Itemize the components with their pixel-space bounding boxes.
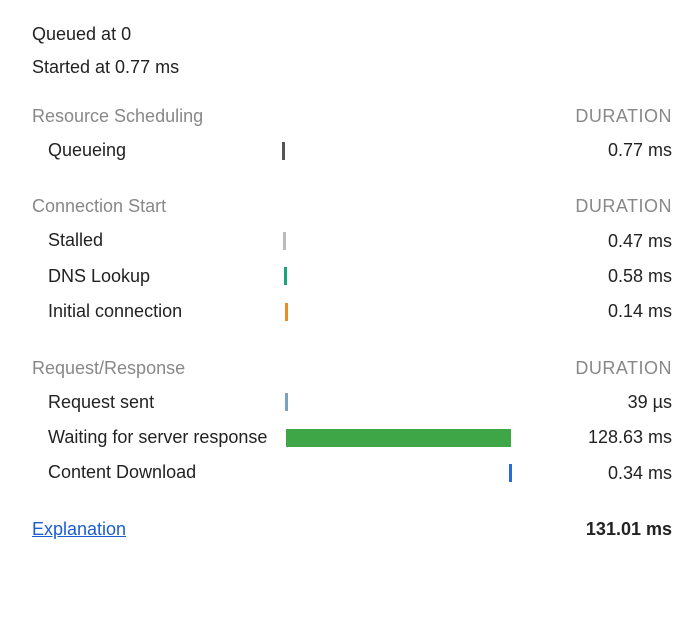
explanation-link[interactable]: Explanation bbox=[32, 519, 126, 540]
row-label: Content Download bbox=[32, 461, 282, 484]
row-waiting: Waiting for server response 128.63 ms bbox=[32, 420, 672, 455]
row-request-sent: Request sent 39 µs bbox=[32, 385, 672, 420]
row-value: 39 µs bbox=[512, 392, 672, 413]
row-label: Queueing bbox=[32, 139, 282, 162]
timing-footer: Explanation 131.01 ms bbox=[32, 519, 672, 540]
bar-queueing bbox=[282, 142, 285, 160]
section-header: Request/Response DURATION bbox=[32, 358, 672, 379]
row-dns-lookup: DNS Lookup 0.58 ms bbox=[32, 259, 672, 294]
duration-header: DURATION bbox=[575, 196, 672, 217]
section-title: Connection Start bbox=[32, 196, 166, 217]
section-header: Resource Scheduling DURATION bbox=[32, 106, 672, 127]
bar-dns bbox=[284, 267, 287, 285]
total-duration: 131.01 ms bbox=[586, 519, 672, 540]
row-value: 0.58 ms bbox=[512, 266, 672, 287]
duration-header: DURATION bbox=[575, 358, 672, 379]
row-bar bbox=[282, 301, 512, 323]
row-label: Stalled bbox=[32, 229, 282, 252]
queued-at-line: Queued at 0 bbox=[32, 24, 672, 45]
section-title: Resource Scheduling bbox=[32, 106, 203, 127]
row-label: Initial connection bbox=[32, 300, 282, 323]
row-value: 0.77 ms bbox=[512, 140, 672, 161]
section-resource-scheduling: Resource Scheduling DURATION Queueing 0.… bbox=[32, 106, 672, 168]
bar-initial-connection bbox=[285, 303, 288, 321]
row-bar bbox=[282, 391, 512, 413]
row-label: Request sent bbox=[32, 391, 282, 414]
row-bar bbox=[282, 230, 512, 252]
row-content-download: Content Download 0.34 ms bbox=[32, 455, 672, 490]
section-title: Request/Response bbox=[32, 358, 185, 379]
row-label: Waiting for server response bbox=[32, 426, 282, 449]
duration-header: DURATION bbox=[575, 106, 672, 127]
row-bar bbox=[282, 140, 512, 162]
timing-panel: Queued at 0 Started at 0.77 ms Resource … bbox=[0, 0, 700, 564]
row-bar bbox=[282, 462, 512, 484]
row-value: 0.14 ms bbox=[512, 301, 672, 322]
bar-stalled bbox=[283, 232, 286, 250]
row-value: 128.63 ms bbox=[512, 427, 672, 448]
row-value: 0.34 ms bbox=[512, 463, 672, 484]
bar-content-download bbox=[509, 464, 512, 482]
section-request-response: Request/Response DURATION Request sent 3… bbox=[32, 358, 672, 491]
row-queueing: Queueing 0.77 ms bbox=[32, 133, 672, 168]
started-at-line: Started at 0.77 ms bbox=[32, 57, 672, 78]
row-label: DNS Lookup bbox=[32, 265, 282, 288]
section-connection-start: Connection Start DURATION Stalled 0.47 m… bbox=[32, 196, 672, 329]
row-bar bbox=[282, 265, 512, 287]
row-value: 0.47 ms bbox=[512, 231, 672, 252]
section-header: Connection Start DURATION bbox=[32, 196, 672, 217]
row-stalled: Stalled 0.47 ms bbox=[32, 223, 672, 258]
row-initial-connection: Initial connection 0.14 ms bbox=[32, 294, 672, 329]
bar-waiting bbox=[286, 429, 512, 447]
bar-request-sent bbox=[285, 393, 288, 411]
row-bar bbox=[282, 427, 512, 449]
